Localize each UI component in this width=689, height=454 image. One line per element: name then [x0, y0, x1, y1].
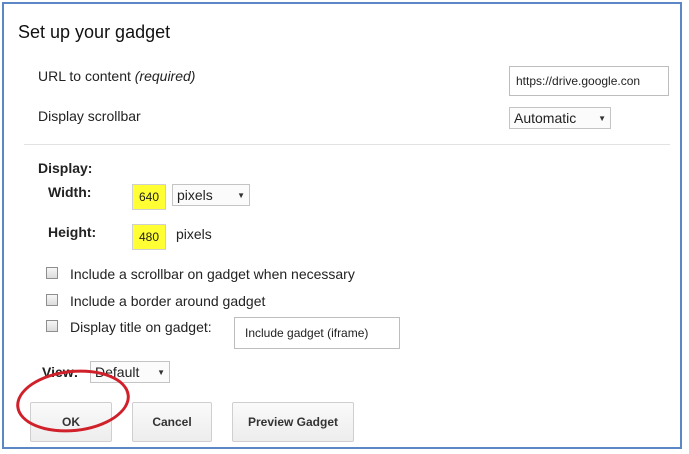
width-unit-value: pixels: [177, 187, 213, 203]
scrollbar-checkbox[interactable]: [46, 267, 58, 279]
chevron-down-icon: ▼: [598, 113, 606, 123]
border-option-label: Include a border around gadget: [70, 293, 266, 309]
height-input[interactable]: 480: [132, 224, 166, 250]
gadget-title-input[interactable]: Include gadget (iframe): [234, 317, 400, 349]
gadget-setup-dialog: Set up your gadget URL to content (requi…: [2, 2, 682, 449]
scrollbar-label: Display scrollbar: [38, 108, 141, 124]
section-divider: [24, 144, 670, 145]
display-section-label: Display:: [38, 160, 93, 176]
scrollbar-select-value: Automatic: [514, 110, 577, 126]
dialog-title: Set up your gadget: [18, 22, 171, 42]
height-label: Height:: [48, 224, 97, 240]
cancel-button[interactable]: Cancel: [132, 402, 212, 442]
url-label-row: URL to content (required): [38, 68, 195, 84]
width-label: Width:: [48, 184, 92, 200]
width-input[interactable]: 640: [132, 184, 166, 210]
chevron-down-icon: ▼: [237, 190, 245, 200]
width-unit-select[interactable]: pixels ▼: [172, 184, 250, 206]
scrollbar-select[interactable]: Automatic ▼: [509, 107, 611, 129]
title-checkbox[interactable]: [46, 320, 58, 332]
scrollbar-option-label: Include a scrollbar on gadget when neces…: [70, 266, 355, 282]
view-label: View:: [42, 364, 79, 380]
url-label: URL to content: [38, 68, 131, 84]
ok-button[interactable]: OK: [30, 402, 112, 442]
url-input[interactable]: https://drive.google.con: [509, 66, 669, 96]
url-required-note: (required): [134, 68, 196, 84]
chevron-down-icon: ▼: [157, 367, 165, 377]
view-select-value: Default: [95, 364, 140, 380]
view-select[interactable]: Default ▼: [90, 361, 170, 383]
preview-gadget-button[interactable]: Preview Gadget: [232, 402, 354, 442]
height-unit-label: pixels: [176, 226, 212, 242]
title-option-label: Display title on gadget:: [70, 319, 212, 335]
border-checkbox[interactable]: [46, 294, 58, 306]
